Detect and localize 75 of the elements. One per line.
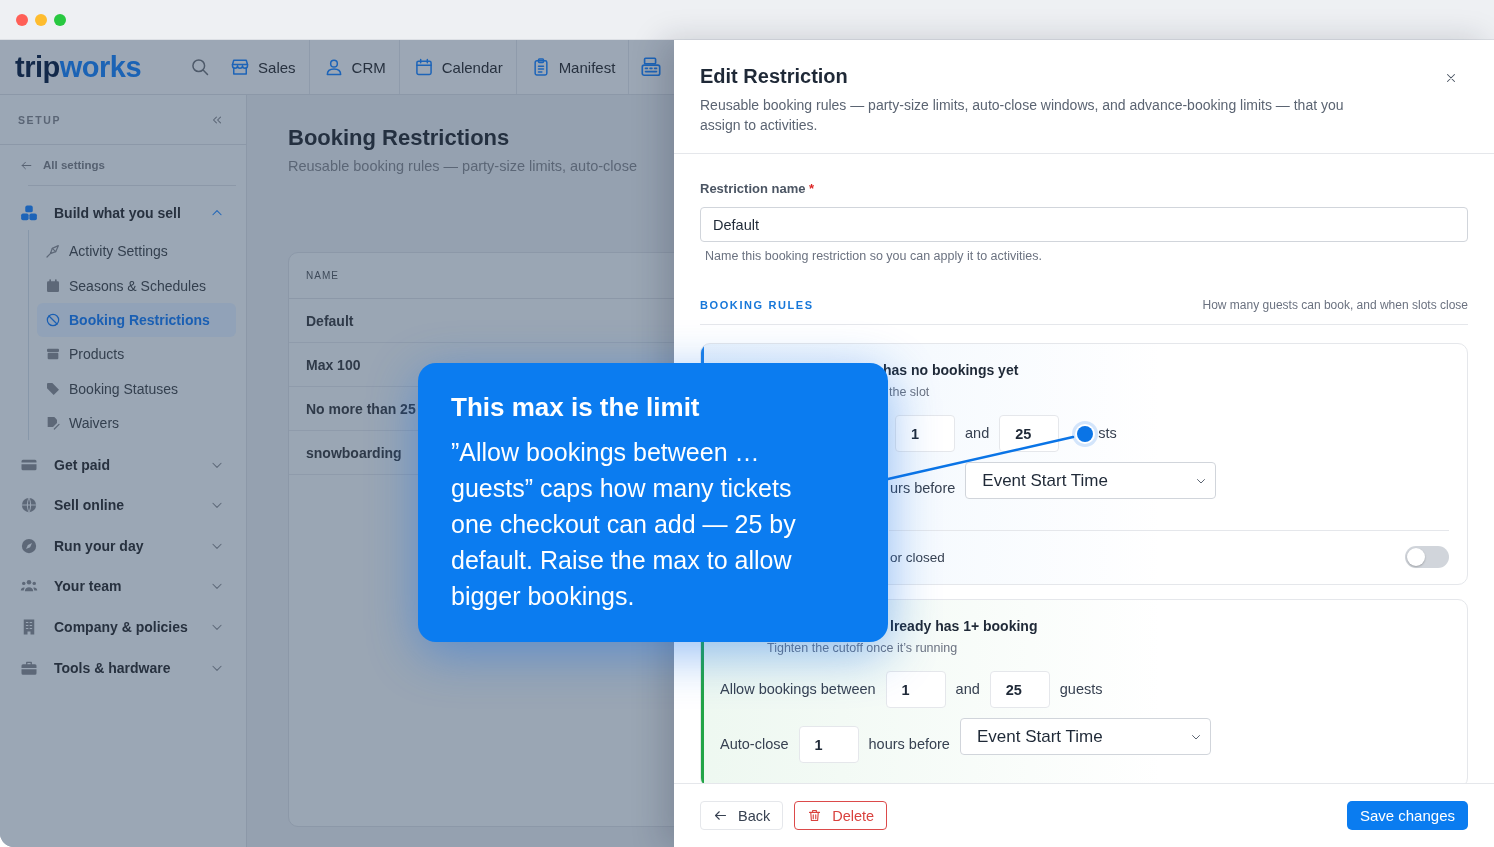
close-icon[interactable] [1444,71,1458,85]
store-icon [230,57,251,77]
select-dropdown[interactable]: Event Start Time [959,718,1211,755]
section-note: How many guests can book, and when slots close [1202,298,1468,312]
table-cell: Default [306,312,354,329]
arrow-left-icon [713,808,728,823]
window-zoom-button[interactable] [54,13,66,26]
nav-group[interactable]: Company & policies [0,606,246,648]
sidebar-item[interactable]: Products [37,337,236,372]
window-close-button[interactable] [16,13,28,26]
delete-button[interactable]: Delete [794,801,888,830]
inline-text: guests [1059,682,1103,697]
column-header: NAME [306,270,339,281]
table-cell: No more than 25 [306,400,416,417]
nav-item[interactable]: CRM [309,40,400,94]
inline-text: and [965,426,990,441]
rule-subtitle: Tighten the cutoff once it’s running [767,640,958,656]
nav-group[interactable]: Tools & hardware [0,647,246,688]
panel-title: Edit Restriction [700,64,848,89]
window-minimize-button[interactable] [35,13,47,26]
number-input[interactable]: 1 [895,415,955,452]
section-heading: SETUP [18,113,61,126]
sidebar-item[interactable]: Waivers [37,405,236,441]
search-icon[interactable] [190,57,211,77]
section-title: BOOKING RULES [700,298,814,312]
number-input[interactable]: 25 [989,671,1050,708]
page-title: Booking Restrictions [288,124,510,152]
document-pen-icon [45,415,61,432]
nav-group[interactable]: Sell online [0,484,246,526]
kite-icon [45,243,61,260]
callout-title: This max is the limit [451,391,700,424]
panel-description: Reusable booking rules — party-size limits, auto-close windows, and advance-booking limits — that you assign to activities. [700,96,1345,135]
sidebar-item[interactable]: Booking Statuses [37,371,236,406]
number-input[interactable]: 1 [798,726,859,763]
register-icon[interactable] [640,56,663,78]
nav-item[interactable]: Manifest [516,40,630,94]
table-cell: Max 100 [306,356,361,373]
number-input[interactable]: 1 [885,671,946,708]
table-cell: snowboarding [306,444,402,461]
helper-text: Name this booking restriction so you can apply it to activities. [705,248,1042,264]
inline-text: Auto-close [720,737,789,752]
number-input[interactable]: 25 [999,415,1060,452]
page-subtitle: Reusable booking rules — party-size limits, auto-close [288,157,637,176]
toggle-switch[interactable] [1405,546,1449,568]
callout-text: ”Allow bookings between … guests” caps how many tickets one checkout can add — 25 by default. Raise the max to allow bigger bookings. [451,437,797,612]
inline-text: hours before [868,737,950,752]
select-dropdown[interactable]: Event Start Time [965,462,1217,499]
save-button[interactable]: Save changes [1346,801,1468,830]
compass-icon [20,536,38,555]
text-input[interactable]: Default [700,207,1468,242]
field-label: Restriction name * [700,180,815,198]
inline-text: and [955,682,980,697]
globe-icon [20,496,38,515]
ban-icon [45,311,61,328]
nav-group[interactable]: Your team [0,566,246,607]
toggle-label: or closed [890,549,945,565]
tag-icon [45,380,61,397]
nav-item[interactable]: Calendar [399,40,517,94]
nav-group[interactable]: Build what you sell [0,196,246,230]
inline-text: Allow bookings between [720,682,876,697]
trash-icon [807,808,823,823]
sidebar-item[interactable]: Activity Settings [37,234,236,269]
rule-subtitle: the slot [889,384,930,400]
calendar-icon [413,57,434,77]
inline-text: sts [1098,426,1117,441]
inline-text: urs before [890,481,956,496]
nav-group[interactable]: Run your day [0,525,246,567]
cubes-icon [20,204,38,222]
nav-group[interactable]: Get paid [0,444,246,485]
back-button[interactable]: Back [700,801,784,830]
nav-item[interactable]: Sales [216,40,310,94]
sidebar-item[interactable]: Seasons & Schedules [37,268,236,303]
calendar-icon [45,277,61,294]
rule-title: lready has 1+ booking [890,617,1038,636]
logo: tripworks [15,50,142,84]
